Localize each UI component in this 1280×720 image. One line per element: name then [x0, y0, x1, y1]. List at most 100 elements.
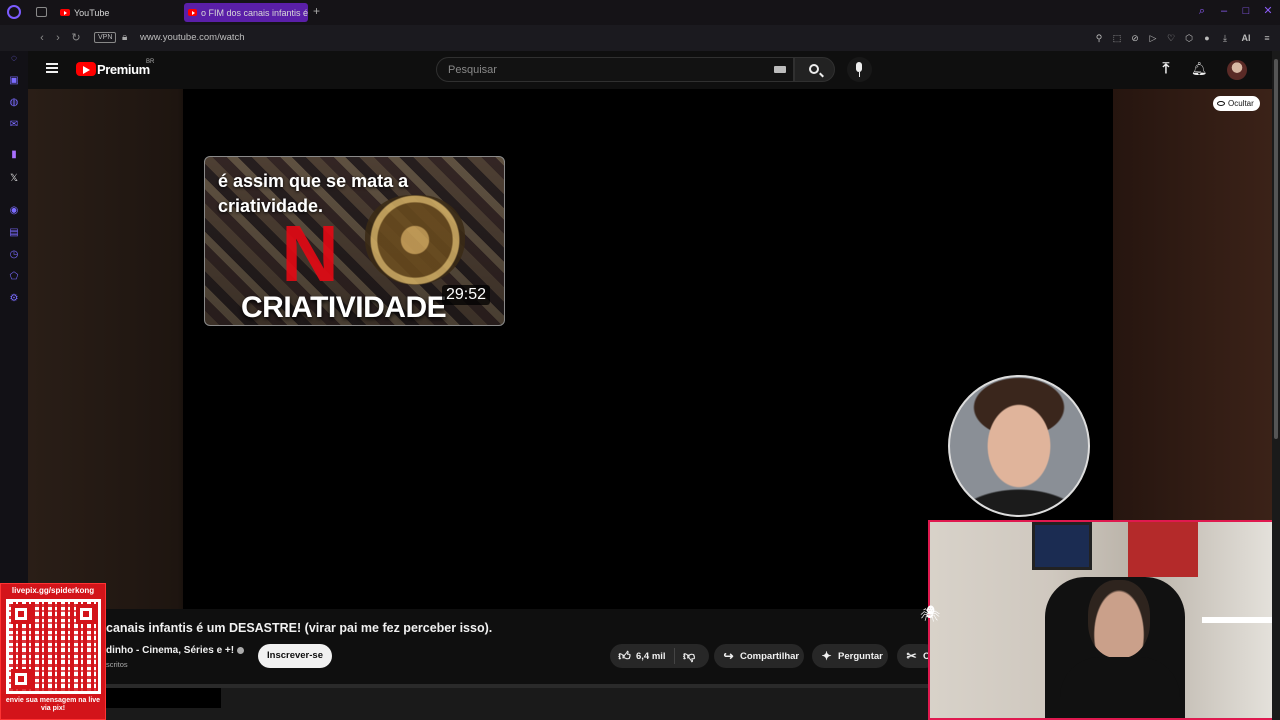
facecam-circle [948, 375, 1090, 517]
ai-button[interactable]: AI [1238, 32, 1254, 44]
notifications-bell-icon[interactable]: 🔔︎ [1191, 61, 1208, 77]
hide-label: Ocultar [1228, 99, 1254, 108]
channel-name[interactable]: dinho - Cinema, Séries e +! [106, 645, 245, 656]
tab-active-video[interactable]: o FIM dos canais infantis é [184, 3, 308, 22]
pinboard-icon[interactable]: ⬠ [8, 271, 20, 283]
account-avatar[interactable] [1227, 60, 1247, 80]
vpn-badge[interactable]: VPN [94, 32, 117, 43]
mail-icon[interactable]: ✉ [8, 119, 20, 131]
tab-overview-icon[interactable] [36, 7, 47, 17]
qr-caption: envie sua mensagem na live via pix! [5, 697, 101, 712]
share-label: Compartilhar [740, 650, 800, 662]
tab-label: o FIM dos canais infantis é [200, 7, 308, 18]
taskbar-strip [0, 688, 928, 720]
thumbs-down-icon[interactable]: 👎︎ [683, 649, 696, 664]
play-icon[interactable]: ▷ [1148, 32, 1158, 44]
lock-icon[interactable]: 🔒︎ [122, 32, 127, 43]
streamer-webcam [928, 520, 1280, 720]
search-icon [809, 64, 819, 74]
sparkle-icon: ✦ [821, 649, 832, 663]
ask-label: Perguntar [838, 650, 883, 662]
channel-name-text: dinho - Cinema, Séries e +! [106, 645, 235, 656]
tab-label: YouTube [74, 7, 110, 18]
subscribe-button[interactable]: Inscrever-se [258, 644, 332, 668]
streamer-body [1060, 657, 1180, 718]
pin-icon[interactable]: ⚲ [1094, 32, 1104, 44]
x-icon[interactable]: 𝕏 [8, 173, 20, 185]
eye-slash-icon [1217, 101, 1225, 106]
minimize-icon[interactable]: – [1218, 5, 1230, 17]
profile-icon[interactable]: ● [1202, 32, 1212, 44]
spider-icon: 🕷︎ [920, 606, 941, 623]
address-bar: ‹ › ↻ VPN 🔒︎ www.youtube.com/watch ⚲ ⬚ ⊘… [0, 25, 1280, 51]
search-tabs-icon[interactable]: ⌕ [1196, 5, 1208, 17]
new-tab-button[interactable]: + [313, 4, 320, 18]
tab-youtube[interactable]: YouTube [56, 3, 176, 22]
browser-tab-strip: YouTube o FIM dos canais infantis é + ⌕ … [0, 0, 1280, 25]
keyboard-icon[interactable] [774, 66, 786, 73]
voice-search-button[interactable] [847, 57, 872, 82]
thumbnail-caption: CRIATIVIDADE [241, 291, 447, 324]
like-dislike-pill: 👍︎ 6,4 mil 👎︎ [610, 644, 709, 668]
forward-icon[interactable]: › [52, 32, 64, 44]
menu-icon[interactable]: ≡ [1262, 32, 1272, 44]
search-box [436, 57, 794, 82]
youtube-premium-label[interactable]: Premium [97, 62, 150, 77]
streamer-head [1088, 580, 1150, 658]
download-icon[interactable]: ⤓ [1220, 32, 1230, 44]
youtube-favicon-icon [60, 9, 70, 16]
qr-url-text: livepix.gg/spiderkong [11, 586, 95, 595]
messenger-icon[interactable]: ◍ [8, 97, 20, 109]
scrollbar-thumb[interactable] [1274, 59, 1278, 439]
clock-icon[interactable]: ◷ [8, 249, 20, 261]
extensions-icon[interactable]: ⬡ [1184, 32, 1194, 44]
taskbar-block [106, 688, 221, 708]
endscreen-video-card[interactable]: N é assim que se mata a criatividade. CR… [204, 156, 505, 326]
wall-frame [1032, 522, 1092, 570]
hamburger-menu-icon[interactable] [46, 63, 58, 73]
youtube-favicon-icon [188, 9, 197, 16]
aria-icon[interactable]: ◌ [8, 53, 20, 65]
twitch-icon[interactable]: ▮ [8, 149, 20, 161]
region-label: BR [146, 59, 155, 65]
scissors-icon: ✂ [906, 649, 917, 663]
snapshot-icon[interactable]: ⬚ [1112, 32, 1122, 44]
youtube-header: Premium BR ⤒ 🔔︎ [28, 51, 1272, 89]
hide-chat-button[interactable]: Ocultar [1213, 96, 1260, 111]
netflix-logo-icon: N [281, 209, 339, 298]
ask-button[interactable]: ✦ Perguntar [812, 644, 888, 668]
divider [673, 648, 675, 664]
player-icon[interactable]: ◉ [8, 205, 20, 217]
search-input[interactable] [437, 58, 757, 81]
qr-code [6, 599, 101, 694]
share-button[interactable]: ↪ Compartilhar [714, 644, 804, 668]
search-button[interactable] [794, 57, 835, 82]
share-arrow-icon: ↪ [723, 649, 734, 663]
history-icon[interactable]: ▤ [8, 227, 20, 239]
qr-finder [11, 604, 31, 624]
like-count: 6,4 mil [636, 650, 666, 662]
back-icon[interactable]: ‹ [36, 32, 48, 44]
verified-icon [237, 646, 245, 654]
youtube-logo-icon[interactable] [76, 62, 96, 76]
maximize-icon[interactable]: □ [1240, 5, 1252, 17]
adblock-icon[interactable]: ⊘ [1130, 32, 1140, 44]
url-field[interactable]: www.youtube.com/watch [140, 32, 245, 43]
reload-icon[interactable]: ↻ [70, 32, 82, 44]
page-scrollbar[interactable] [1272, 51, 1280, 720]
store-icon[interactable]: ▣ [8, 75, 20, 87]
settings-icon[interactable]: ⚙ [8, 293, 20, 305]
video-title: canais infantis é um DESASTRE! (virar pa… [106, 621, 493, 635]
like-button[interactable]: 👍︎ 6,4 mil [610, 644, 666, 668]
qr-finder [11, 669, 31, 689]
browser-toolbar: ⚲ ⬚ ⊘ ▷ ♡ ⬡ ● ⤓ AI ≡ [1094, 32, 1272, 44]
window-controls: ⌕ – □ ✕ [1196, 5, 1274, 17]
close-icon[interactable]: ✕ [1262, 5, 1274, 17]
thumbs-up-icon: 👍︎ [618, 648, 631, 663]
create-upload-icon[interactable]: ⤒ [1159, 61, 1173, 77]
opera-logo-icon[interactable] [7, 5, 21, 19]
subscriber-count: scritos [106, 660, 128, 669]
shelf [1202, 617, 1278, 623]
duration-badge: 29:52 [441, 285, 490, 305]
heart-icon[interactable]: ♡ [1166, 32, 1176, 44]
